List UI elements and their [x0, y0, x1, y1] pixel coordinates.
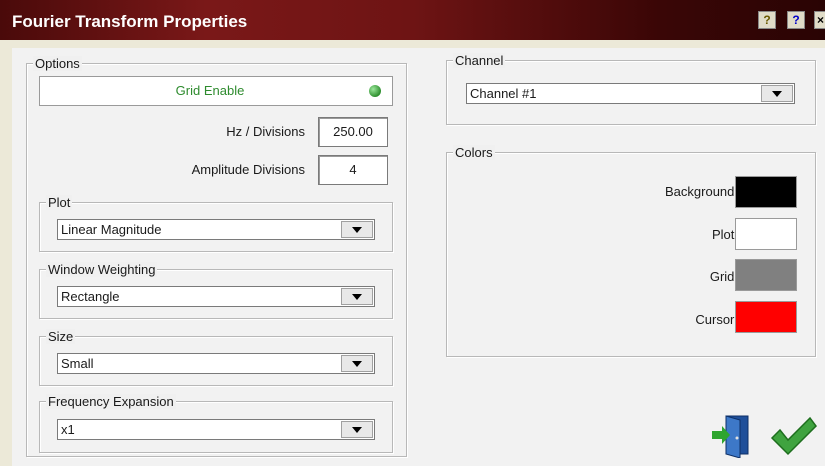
help-button[interactable]: ? [787, 11, 805, 29]
colors-legend: Colors [453, 145, 495, 160]
grid-color-label: Grid: [709, 269, 738, 284]
frequency-expansion-select[interactable]: x1 [57, 419, 375, 440]
size-select[interactable]: Small [57, 353, 375, 374]
plot-select[interactable]: Linear Magnitude [57, 219, 375, 240]
close-button[interactable]: × [814, 11, 825, 29]
options-legend: Options [33, 56, 82, 71]
hz-divisions-label: Hz / Divisions [226, 124, 305, 139]
cursor-color-label: Cursor: [695, 312, 738, 327]
plot-legend: Plot [46, 195, 73, 210]
ok-button[interactable] [770, 416, 818, 456]
background-color-label: Background: [665, 184, 738, 199]
window-title: Fourier Transform Properties [12, 12, 248, 31]
checkmark-icon [770, 416, 817, 456]
cursor-color-swatch[interactable] [735, 301, 797, 333]
amplitude-divisions-label: Amplitude Divisions [191, 162, 305, 177]
frequency-expansion-value: x1 [61, 422, 75, 437]
channel-select-value: Channel #1 [470, 86, 537, 101]
plot-color-label: Plot: [711, 227, 738, 242]
grid-enable-button[interactable]: Grid Enable [39, 76, 393, 106]
channel-legend: Channel [453, 53, 506, 68]
window-weighting-value: Rectangle [61, 289, 120, 304]
chevron-down-icon[interactable] [761, 85, 793, 102]
window-weighting-legend: Window Weighting [46, 262, 158, 277]
size-select-value: Small [61, 356, 94, 371]
window-weighting-select[interactable]: Rectangle [57, 286, 375, 307]
hz-divisions-input[interactable]: 250.00 [318, 117, 388, 147]
grid-color-swatch[interactable] [735, 259, 797, 291]
chevron-down-icon[interactable] [341, 355, 373, 372]
chevron-down-icon[interactable] [341, 221, 373, 238]
frequency-expansion-legend: Frequency Expansion [46, 394, 176, 409]
background-color-swatch[interactable] [735, 176, 797, 208]
chevron-down-icon[interactable] [341, 288, 373, 305]
exit-door-icon [712, 415, 749, 459]
plot-select-value: Linear Magnitude [61, 222, 162, 237]
title-bar: Fourier Transform Properties ? ? × [0, 0, 825, 40]
plot-color-swatch[interactable] [735, 218, 797, 250]
channel-select[interactable]: Channel #1 [466, 83, 795, 104]
amplitude-divisions-input[interactable]: 4 [318, 155, 388, 185]
grid-enable-indicator-icon [369, 85, 381, 97]
size-legend: Size [46, 329, 76, 344]
grid-enable-label: Grid Enable [175, 83, 245, 98]
chevron-down-icon[interactable] [341, 421, 373, 438]
hint-button[interactable]: ? [758, 11, 776, 29]
exit-button[interactable] [710, 412, 754, 459]
